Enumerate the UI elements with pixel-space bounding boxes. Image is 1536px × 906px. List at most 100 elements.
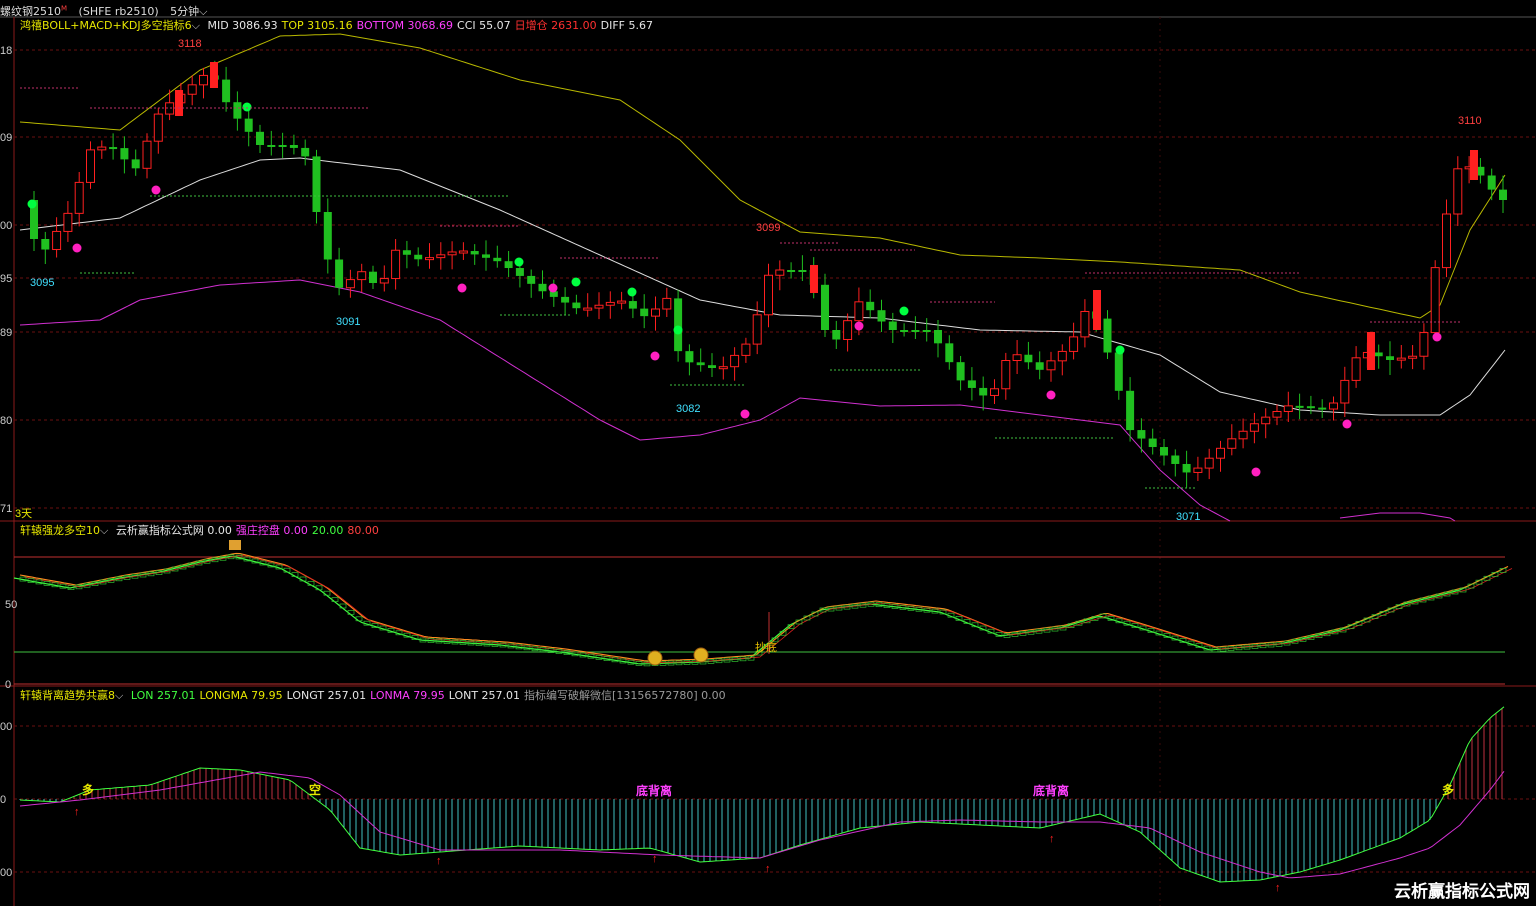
y-axis-label: 00 [0, 721, 12, 733]
candle-body [1261, 416, 1271, 425]
signal-label: 空 [309, 782, 321, 797]
candle-body [447, 251, 457, 256]
signal-dot [1115, 345, 1125, 355]
chevron-down-icon[interactable]: ⌵ [115, 689, 123, 702]
candle-body [1408, 355, 1418, 359]
candle-body [967, 380, 976, 388]
panel2-title[interactable]: 轩辕强龙多空10 [20, 524, 100, 537]
candle-body [583, 307, 593, 311]
candle-body [379, 278, 389, 284]
candle-body [718, 366, 728, 370]
candle-body [1103, 318, 1112, 353]
signal-dot [151, 185, 161, 195]
candle-body [1367, 332, 1375, 370]
symbol-name[interactable]: 螺纹钢2510M [0, 4, 67, 18]
candle-body [1442, 213, 1451, 269]
panel2-header: 轩辕强龙多空10⌵ 云析赢指标公式网 0.00 强庄控盘 0.00 20.00 80.… [20, 524, 387, 538]
candle-body [1453, 168, 1463, 215]
chevron-down-icon[interactable]: ⌵ [100, 524, 108, 537]
watermark: 云析赢指标公式网 [1394, 882, 1530, 902]
candle-body [662, 297, 672, 310]
signal-dot [899, 306, 909, 316]
candle-body [74, 181, 84, 214]
price-mark-label: 3118 [178, 38, 202, 50]
signal-dot [627, 287, 637, 297]
candle-body [175, 90, 183, 116]
period-selector[interactable]: 5分钟⌵ [170, 5, 215, 18]
panel1-title[interactable]: 鸿禧BOLL+MACD+KDJ多空指标6 [20, 19, 192, 32]
boll-bottom-line [19, 279, 1231, 522]
candle-body [527, 275, 536, 284]
signal-dot [650, 351, 660, 361]
price-mark-label: 3110 [1458, 115, 1482, 127]
chevron-down-icon[interactable]: ⌵ [192, 19, 200, 32]
panel2-value-3: 80.00 [347, 524, 379, 537]
panel1-header: 鸿禧BOLL+MACD+KDJ多空指标6⌵ MID 3086.93 TOP 310… [20, 19, 661, 33]
candle-body [335, 259, 344, 288]
candle-body [1148, 438, 1157, 448]
candle-body [696, 362, 705, 366]
candle-body [741, 343, 751, 356]
panel1-value-2: BOTTOM 3068.69 [356, 19, 454, 32]
coin-icon [693, 647, 709, 663]
candle-body [1182, 463, 1191, 473]
panel1-value-3: CCI 55.07 [457, 19, 511, 32]
candle-body [97, 146, 107, 151]
candle-body [1012, 354, 1022, 362]
candle-body [708, 365, 716, 368]
price-mark-label: 3071 [1176, 511, 1200, 523]
y-axis-label: 50 [5, 599, 17, 611]
signal-dot [72, 243, 82, 253]
candle-body [436, 254, 446, 259]
panel3-title[interactable]: 轩辕背离趋势共赢8 [20, 689, 115, 702]
y-axis-label: 00 [0, 220, 12, 232]
candle-body [256, 131, 264, 145]
signal-dot [242, 102, 252, 112]
candle-body [1351, 357, 1361, 381]
panel3-value-2: LONGT 257.01 [286, 689, 367, 702]
candle-body [854, 301, 864, 322]
candle-body [888, 321, 897, 330]
panel3-value-4: LONT 257.01 [448, 689, 521, 702]
candle-body [1396, 357, 1406, 361]
candle-body [369, 271, 377, 283]
boll-mid-line [19, 157, 1506, 416]
panel1-value-4: 日增仓 2631.00 [514, 19, 597, 32]
candle-body [504, 261, 513, 269]
candle-body [730, 354, 740, 368]
boll-bottom-line [1339, 512, 1456, 522]
candle-body [787, 270, 796, 272]
panel3-value-1: LONGMA 79.95 [199, 689, 283, 702]
signal-dot [854, 321, 864, 331]
lon-line [19, 706, 1505, 883]
candle-body [1024, 354, 1033, 363]
candle-body [1069, 336, 1079, 352]
candle-body [63, 212, 73, 232]
chart-canvas[interactable]: 1809009589807150000000311830953091308230… [0, 0, 1536, 906]
candle-body [41, 239, 50, 250]
candle-body [1295, 405, 1304, 408]
candle-body [979, 387, 988, 396]
candle-body [1499, 189, 1507, 200]
panel3-value-3: LONMA 79.95 [370, 689, 445, 702]
candle-body [312, 156, 321, 212]
candle-body [956, 362, 965, 381]
signal-dot [27, 199, 37, 209]
signal-dot [1432, 332, 1442, 342]
candle-body [1204, 457, 1214, 469]
candle-body [1306, 406, 1315, 409]
candle-body [1386, 356, 1394, 360]
signal-dot [514, 257, 524, 267]
candle-body [1374, 352, 1383, 357]
candle-body [289, 145, 298, 148]
panel1-value-0: MID 3086.93 [207, 19, 278, 32]
candle-body [1329, 402, 1338, 410]
candle-body [877, 310, 886, 322]
candle-body [1470, 150, 1478, 180]
panel2-value-0: 云析赢指标公式网 0.00 [115, 524, 232, 537]
panel3-value-0: LON 257.01 [130, 689, 196, 702]
candle-body [131, 159, 140, 169]
candle-body [187, 84, 197, 95]
arrow-up-icon: ↑ [74, 806, 80, 818]
candle-body [572, 302, 581, 309]
